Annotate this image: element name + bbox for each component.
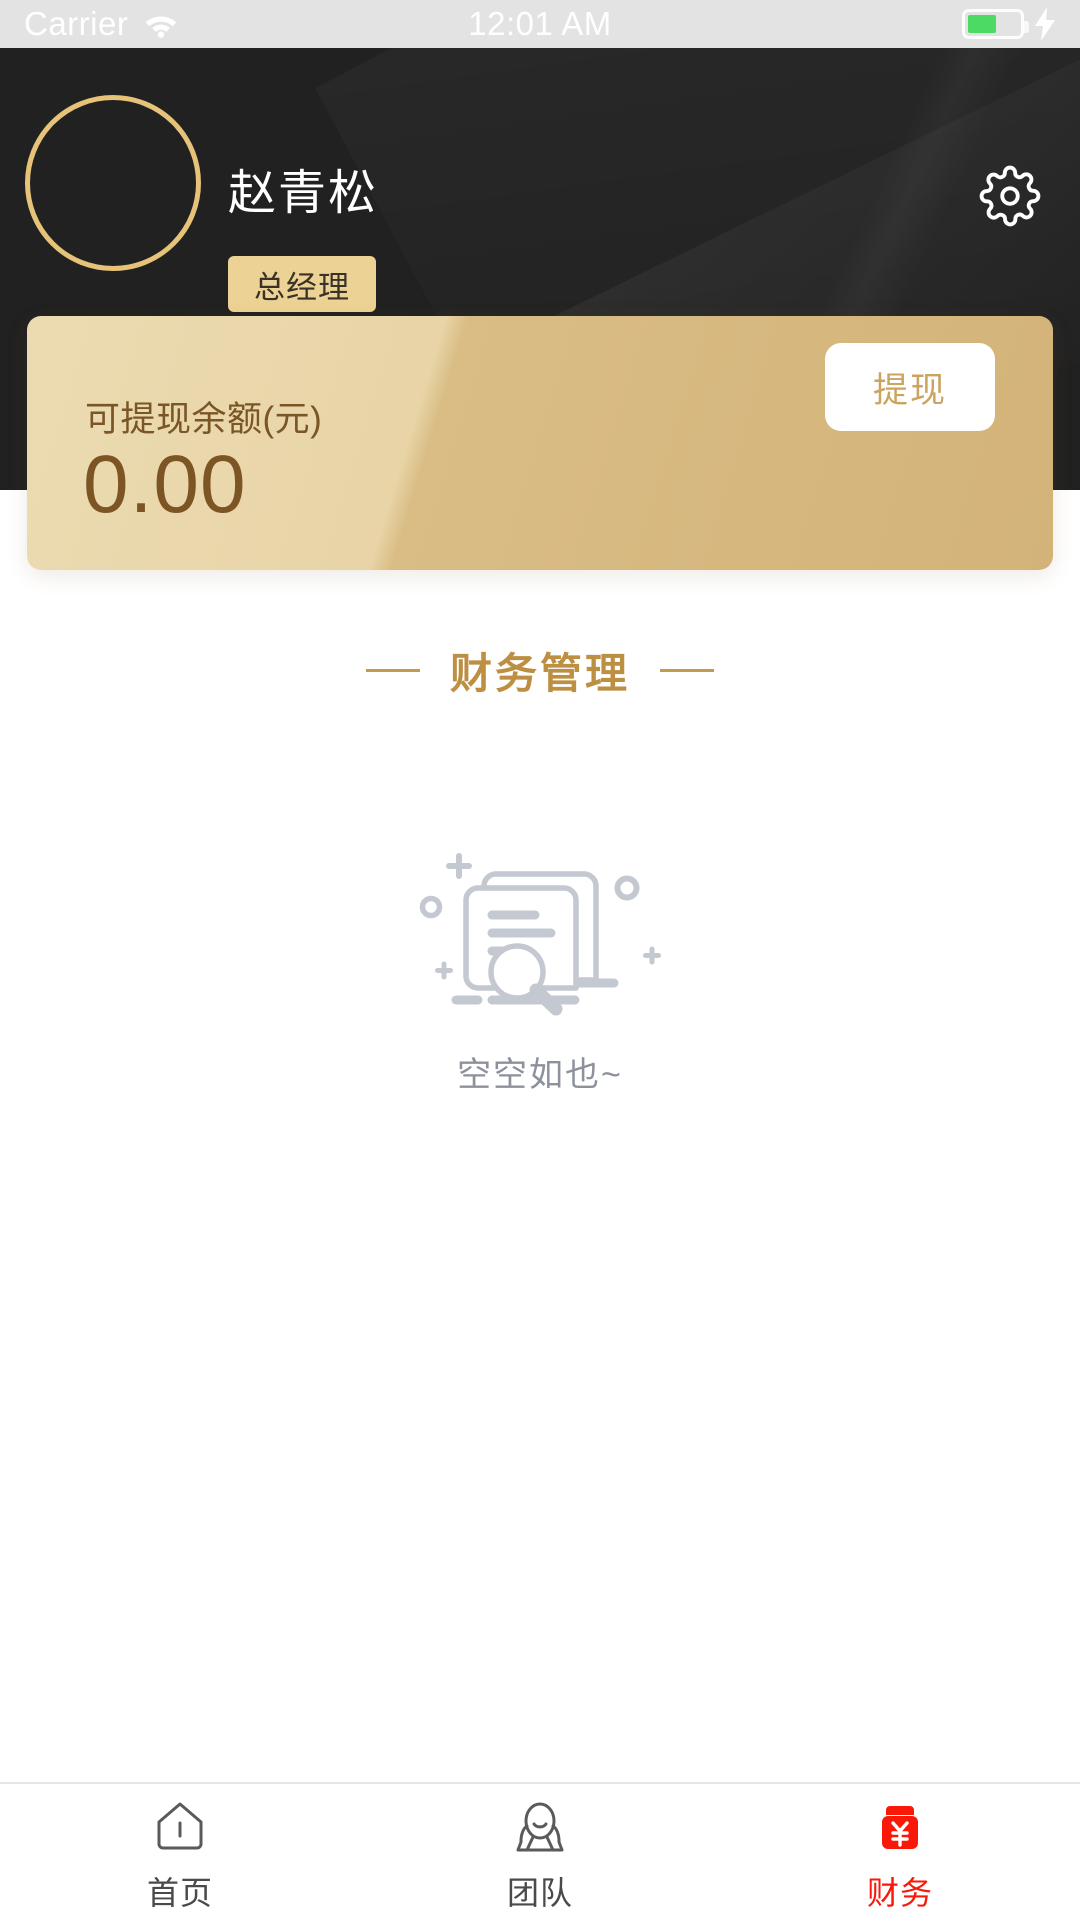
carrier-label: Carrier — [24, 5, 129, 42]
avatar[interactable] — [25, 95, 201, 271]
withdraw-button[interactable]: 提现 — [825, 343, 995, 431]
tab-home[interactable]: 首页 — [0, 1784, 360, 1920]
tab-finance-label: 财务 — [866, 1875, 933, 1911]
bottom-tab-bar: 首页 团队 财务 — [0, 1782, 1080, 1920]
section-title-label: 财务管理 — [449, 650, 630, 697]
role-badge: 总经理 — [228, 256, 376, 312]
battery-icon — [962, 9, 1029, 39]
tab-team[interactable]: 团队 — [360, 1784, 720, 1920]
empty-state: 空空如也~ — [0, 820, 1080, 1096]
balance-amount: 0.00 — [83, 439, 247, 530]
lightning-bolt-icon — [1034, 7, 1056, 41]
balance-label: 可提现余额(元) — [85, 400, 323, 439]
profile-name: 赵青松 — [228, 167, 379, 220]
tab-team-label: 团队 — [506, 1875, 573, 1911]
status-bar-left: Carrier — [24, 5, 354, 43]
finance-wallet-icon — [869, 1796, 931, 1858]
settings-button[interactable] — [978, 165, 1042, 232]
team-icon — [509, 1796, 571, 1858]
section-dash-right — [660, 669, 714, 672]
empty-state-message: 空空如也~ — [457, 1056, 623, 1094]
status-bar-right — [726, 7, 1056, 41]
app-root: Carrier 12:01 AM 赵青松 总经理 可提现余额(元) 0.00 提… — [0, 0, 1080, 1920]
section-title: 财务管理 — [0, 640, 1080, 701]
status-bar: Carrier 12:01 AM — [0, 0, 1080, 48]
battery-fill — [968, 15, 996, 33]
empty-documents-search-icon — [400, 820, 680, 1025]
gear-icon — [979, 165, 1041, 232]
tab-finance[interactable]: 财务 — [720, 1784, 1080, 1920]
balance-card: 可提现余额(元) 0.00 提现 — [27, 316, 1053, 570]
tab-home-label: 首页 — [146, 1875, 213, 1911]
wifi-icon — [142, 10, 180, 38]
status-bar-center: 12:01 AM — [354, 5, 726, 43]
clock-label: 12:01 AM — [468, 5, 612, 42]
home-icon — [149, 1796, 211, 1858]
section-dash-left — [365, 669, 420, 672]
